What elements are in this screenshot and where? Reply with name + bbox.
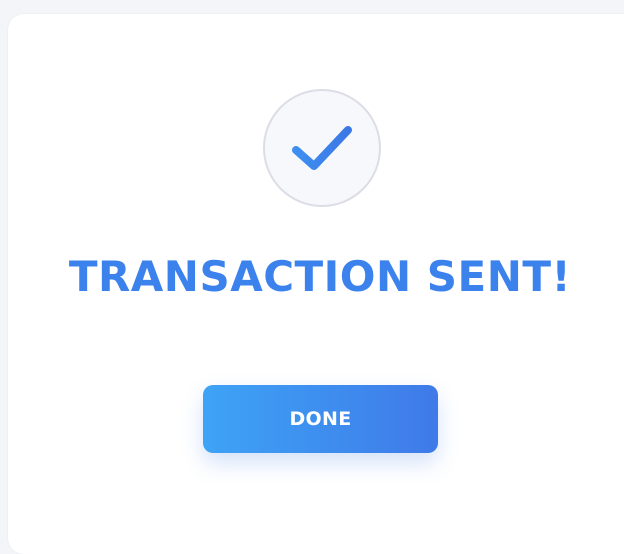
done-button[interactable]: DONE <box>203 385 438 453</box>
checkmark-icon <box>288 120 356 176</box>
transaction-sent-dialog: TRANSACTION SENT! DONE <box>8 14 624 554</box>
success-badge <box>263 89 381 207</box>
dialog-title: TRANSACTION SENT! <box>68 252 572 301</box>
